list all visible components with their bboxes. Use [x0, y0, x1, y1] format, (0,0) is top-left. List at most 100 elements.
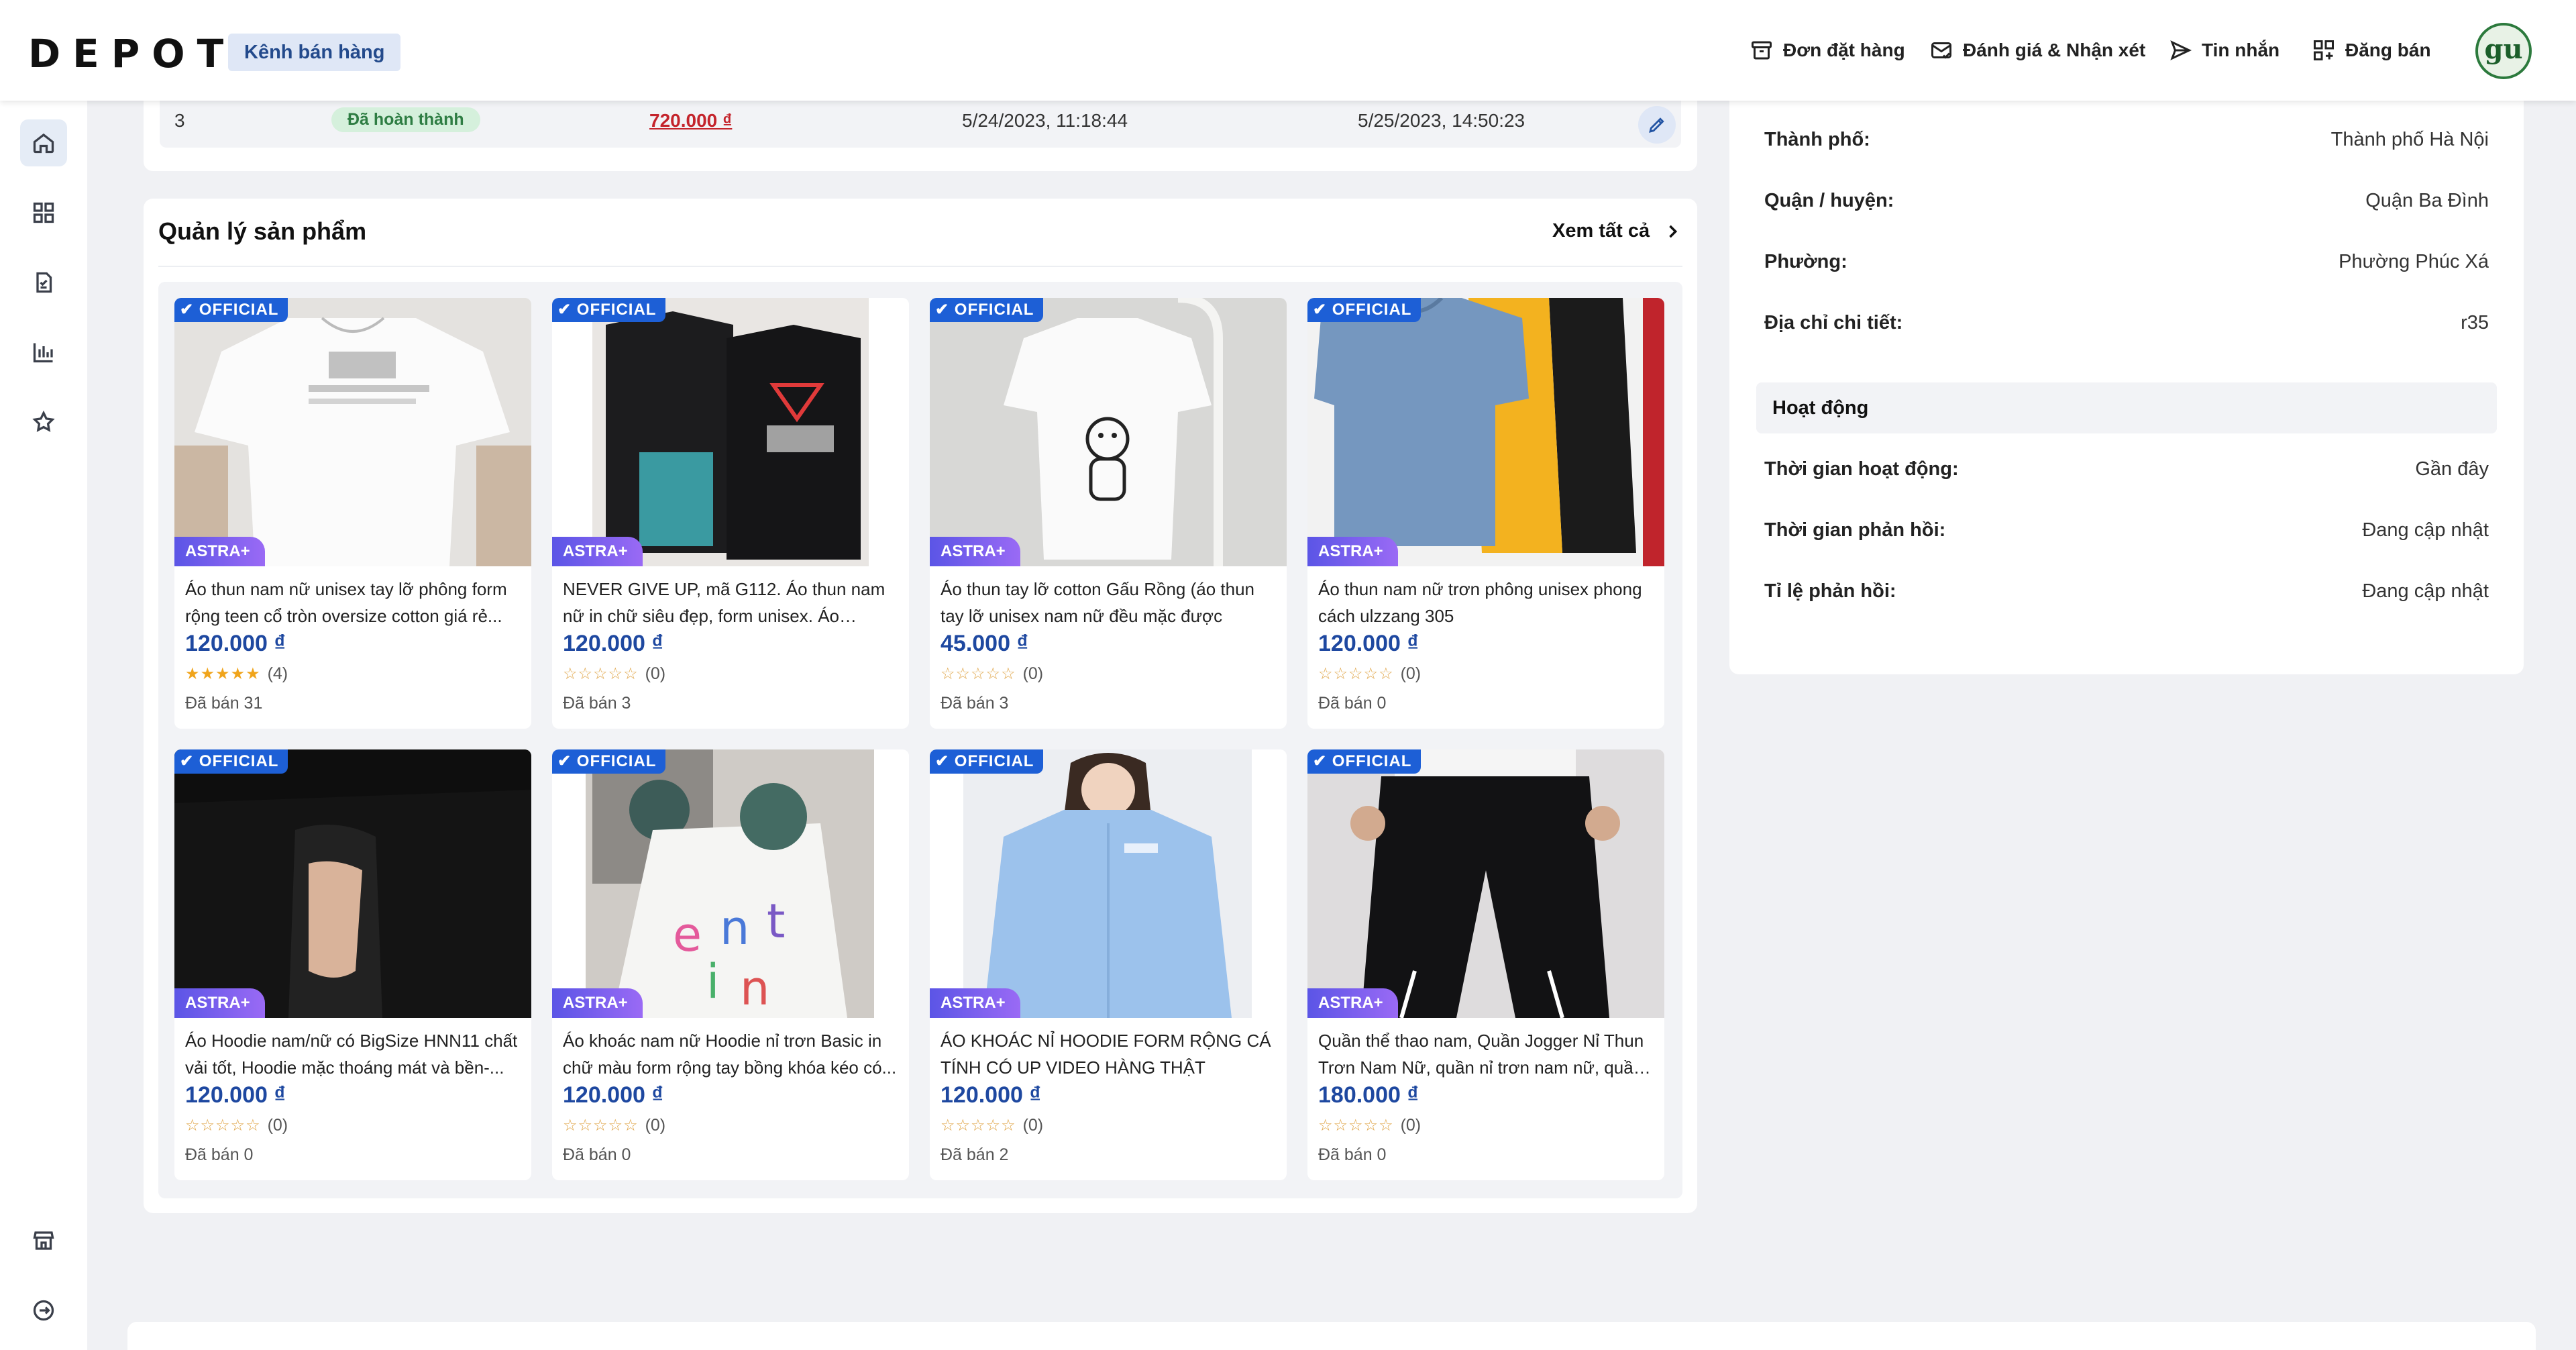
product-image[interactable]: [930, 749, 1287, 1018]
nav-reviews-label: Đánh giá & Nhận xét: [1963, 40, 2146, 60]
shop-info-panel: Thành phố: Thành phố Hà Nội Quận / huyện…: [1729, 101, 2524, 674]
product-image[interactable]: [174, 749, 531, 1018]
info-value: Đang cập nhật: [2362, 580, 2489, 602]
product-price: 120.000 ₫: [941, 1082, 1041, 1108]
product-price: 120.000 ₫: [185, 631, 286, 656]
product-card[interactable]: ✔ OFFICIAL ASTRA+ ÁO KHOÁC NỈ HOODIE FOR…: [930, 749, 1287, 1180]
product-card[interactable]: ✔ OFFICIAL ASTRA+ Quần thể thao nam, Quầ…: [1307, 749, 1664, 1180]
send-icon: [2170, 40, 2192, 60]
status-badge: Đã hoàn thành: [331, 107, 480, 132]
see-all-link[interactable]: Xem tất cả: [1552, 220, 1682, 242]
product-image[interactable]: [552, 298, 909, 566]
product-sold-count: Đã bán 0: [1318, 1145, 1387, 1164]
svg-text:i: i: [706, 954, 719, 1009]
astra-badge: ASTRA+: [1307, 988, 1398, 1018]
product-image[interactable]: [1307, 749, 1664, 1018]
product-image[interactable]: [1307, 298, 1664, 566]
product-name[interactable]: Áo thun tay lỡ cotton Gấu Rồng (áo thun …: [941, 576, 1276, 629]
product-image[interactable]: entin: [552, 749, 909, 1018]
product-card[interactable]: ✔ OFFICIAL ASTRA+ Áo thun tay lỡ cotton …: [930, 298, 1287, 729]
seller-channel-badge[interactable]: Kênh bán hàng: [228, 34, 401, 71]
rating-stars-icon: ☆☆☆☆☆: [1318, 665, 1394, 683]
product-card[interactable]: ✔ OFFICIAL ASTRA+ NEVER GIVE UP, mã G112…: [552, 298, 909, 729]
nav-post-product-label: Đăng bán: [2345, 40, 2431, 60]
mail-check-icon: [1931, 42, 1951, 59]
info-value: Phường Phúc Xá: [2339, 251, 2489, 272]
product-price: 120.000 ₫: [1318, 631, 1419, 656]
product-name[interactable]: Áo Hoodie nam/nữ có BigSize HNN11 chất v…: [185, 1027, 521, 1081]
product-card[interactable]: entin ✔ OFFICIAL ASTRA+ Áo khoác nam nữ …: [552, 749, 909, 1180]
product-rating: ☆☆☆☆☆ (0): [563, 1116, 665, 1135]
astra-badge: ASTRA+: [174, 988, 265, 1018]
info-value: Thành phố Hà Nội: [2330, 129, 2489, 150]
product-name[interactable]: Áo thun nam nữ unisex tay lỡ phông form …: [185, 576, 521, 629]
info-value: r35: [2461, 312, 2489, 333]
product-grid: ✔ OFFICIAL ASTRA+ Áo thun nam nữ unisex …: [158, 282, 1682, 1198]
sidebar-item-logout[interactable]: [20, 1287, 67, 1334]
astra-badge: ASTRA+: [174, 537, 265, 566]
product-sold-count: Đã bán 31: [185, 694, 263, 713]
product-card[interactable]: ✔ OFFICIAL ASTRA+ Áo thun nam nữ trơn ph…: [1307, 298, 1664, 729]
logo[interactable]: DEPOT: [28, 31, 235, 76]
order-index: 3: [174, 110, 185, 131]
official-badge-label: OFFICIAL: [199, 752, 279, 770]
official-badge: ✔ OFFICIAL: [174, 298, 288, 322]
product-name[interactable]: Áo khoác nam nữ Hoodie nỉ trơn Basic in …: [563, 1027, 898, 1081]
grid-plus-icon: [2314, 40, 2334, 60]
product-name[interactable]: Quần thể thao nam, Quần Jogger Nỉ Thun T…: [1318, 1027, 1654, 1081]
order-created-time: 5/24/2023, 11:18:44: [962, 110, 1128, 131]
product-management-section: Quản lý sản phẩm Xem tất cả ✔ OFFICIAL A…: [144, 199, 1697, 1213]
product-rating: ☆☆☆☆☆ (0): [941, 664, 1043, 684]
info-label: Thời gian hoạt động:: [1764, 458, 1959, 480]
nav-reviews[interactable]: Đánh giá & Nhận xét: [1929, 34, 2145, 67]
nav-orders[interactable]: Đơn đặt hàng: [1750, 34, 1905, 67]
sidebar-item-orders[interactable]: [20, 259, 67, 306]
product-name[interactable]: ÁO KHOÁC NỈ HOODIE FORM RỘNG CÁ TÍNH CÓ …: [941, 1027, 1276, 1081]
chevron-right-icon: [1669, 225, 1678, 238]
sidebar-item-store[interactable]: [20, 1217, 67, 1264]
rating-stars-icon: ☆☆☆☆☆: [563, 1117, 639, 1135]
info-value: Gần đây: [2415, 458, 2489, 480]
product-rating: ☆☆☆☆☆ (0): [1318, 1116, 1421, 1135]
astra-badge: ASTRA+: [930, 988, 1020, 1018]
product-image[interactable]: [930, 298, 1287, 566]
info-label: Quận / huyện:: [1764, 190, 1894, 211]
sidebar-item-stats[interactable]: [20, 329, 67, 376]
official-badge: ✔ OFFICIAL: [1307, 298, 1421, 322]
product-sold-count: Đã bán 3: [563, 694, 631, 713]
rating-count: (4): [267, 664, 288, 683]
svg-text:n: n: [720, 900, 749, 955]
official-badge: ✔ OFFICIAL: [1307, 749, 1421, 774]
rating-count: (0): [1400, 664, 1421, 683]
edit-order-button[interactable]: [1638, 106, 1676, 144]
document-icon: [36, 272, 52, 293]
product-card[interactable]: ✔ OFFICIAL ASTRA+ Áo thun nam nữ unisex …: [174, 298, 531, 729]
nav-post-product[interactable]: Đăng bán: [2312, 34, 2431, 67]
order-updated-time: 5/25/2023, 14:50:23: [1358, 110, 1525, 131]
product-rating: ☆☆☆☆☆ (0): [563, 664, 665, 684]
svg-text:t: t: [767, 894, 785, 949]
astra-badge: ASTRA+: [552, 537, 643, 566]
sidebar-item-home[interactable]: [20, 119, 67, 166]
product-image[interactable]: [174, 298, 531, 566]
avatar[interactable]: gu: [2475, 23, 2532, 79]
info-value: Quận Ba Đình: [2365, 190, 2489, 211]
product-sold-count: Đã bán 0: [563, 1145, 631, 1164]
product-name[interactable]: Áo thun nam nữ trơn phông unisex phong c…: [1318, 576, 1654, 629]
rating-stars-icon: ☆☆☆☆☆: [185, 1117, 261, 1135]
product-rating: ★★★★★ (4): [185, 664, 288, 684]
nav-messages[interactable]: Tin nhắn: [2168, 34, 2279, 67]
official-badge-label: OFFICIAL: [576, 752, 657, 770]
info-label: Tỉ lệ phản hồi:: [1764, 580, 1896, 602]
official-badge-label: OFFICIAL: [199, 301, 279, 319]
product-price: 180.000 ₫: [1318, 1082, 1419, 1108]
top-header: DEPOT Kênh bán hàng Đơn đặt hàng Đánh gi…: [0, 0, 2576, 101]
rating-count: (0): [645, 664, 666, 683]
info-label: Địa chỉ chi tiết:: [1764, 312, 1903, 333]
sidebar-item-products[interactable]: [20, 189, 67, 236]
sidebar-item-reviews[interactable]: [20, 399, 67, 446]
product-rating: ☆☆☆☆☆ (0): [185, 1116, 288, 1135]
product-card[interactable]: ✔ OFFICIAL ASTRA+ Áo Hoodie nam/nữ có Bi…: [174, 749, 531, 1180]
product-name[interactable]: NEVER GIVE UP, mã G112. Áo thun nam nữ i…: [563, 576, 898, 629]
grid-icon: [33, 202, 54, 223]
